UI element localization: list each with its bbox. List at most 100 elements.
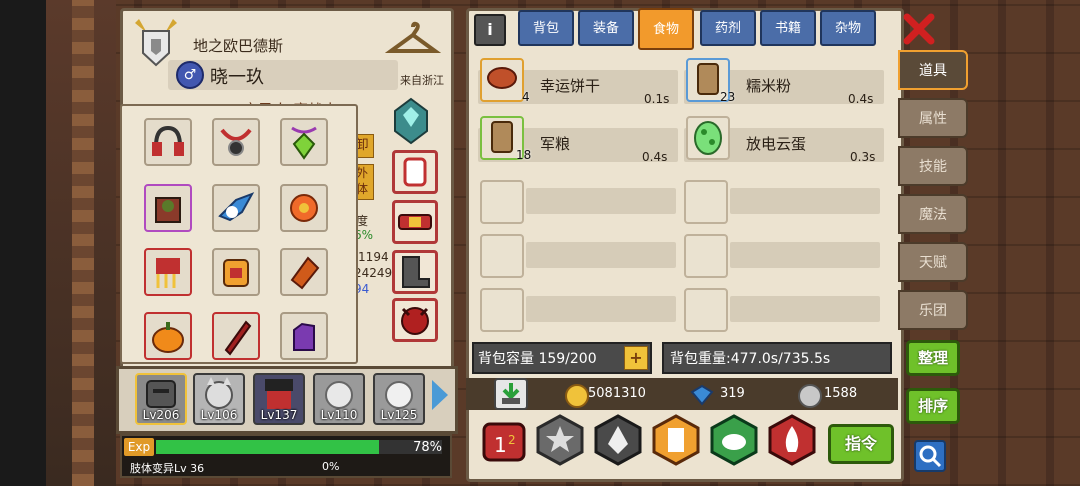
item-row-ration[interactable]: 18 军粮 0.4s bbox=[478, 116, 678, 164]
hero-card-3[interactable]: Lv137 bbox=[253, 373, 305, 425]
grid-slot-pumpkin[interactable] bbox=[144, 312, 192, 360]
item-count: 23 bbox=[720, 90, 736, 104]
hero-card-5[interactable]: Lv125 bbox=[373, 373, 425, 425]
exp-percent: 78% bbox=[413, 440, 442, 455]
necklace-icon bbox=[220, 128, 252, 156]
ghost-girl-portrait-icon bbox=[325, 381, 353, 409]
side-tab-attributes[interactable]: 属性 bbox=[898, 98, 968, 138]
expand-capacity-button[interactable]: + bbox=[624, 346, 648, 370]
grid-slot-flower[interactable] bbox=[280, 184, 328, 232]
hero-card-2[interactable]: Lv106 bbox=[193, 373, 245, 425]
deposit-down-icon[interactable] bbox=[494, 378, 528, 410]
gold-amount: 5081310 bbox=[588, 386, 646, 401]
boots-icon bbox=[402, 256, 430, 288]
grid-slot-blade[interactable] bbox=[212, 312, 260, 360]
flower-icon bbox=[290, 194, 318, 222]
equipment-grid-overlay bbox=[120, 104, 358, 364]
svg-text:2: 2 bbox=[508, 433, 516, 447]
weight-text: 背包重量:477.0s/735.5s bbox=[670, 351, 831, 367]
silver-amount: 1588 bbox=[824, 386, 858, 401]
side-tab-skills[interactable]: 技能 bbox=[898, 146, 968, 186]
close-icon[interactable] bbox=[902, 12, 936, 46]
claw-icon bbox=[156, 258, 180, 288]
item-name: 军粮 bbox=[540, 135, 571, 153]
equip-slot-accessory[interactable] bbox=[392, 298, 438, 342]
headset-icon bbox=[152, 125, 184, 156]
empty-slot[interactable] bbox=[480, 234, 524, 278]
grid-slot-armor[interactable] bbox=[144, 184, 192, 232]
item-row-lucky-cookie[interactable]: 4 幸运饼干 0.1s bbox=[478, 58, 678, 106]
order-button[interactable]: 排序 bbox=[906, 388, 960, 424]
diamond-icon bbox=[690, 384, 714, 406]
svg-text:1: 1 bbox=[494, 433, 507, 457]
tab-food[interactable]: 食物 bbox=[638, 8, 694, 50]
star-badge-icon[interactable] bbox=[534, 414, 586, 466]
equip-slot-gauntlet[interactable] bbox=[392, 150, 438, 194]
empty-slot[interactable] bbox=[480, 288, 524, 332]
sort-button[interactable]: 整理 bbox=[906, 340, 960, 376]
hero-level: Lv206 bbox=[142, 408, 180, 422]
item-name: 糯米粉 bbox=[746, 77, 792, 95]
empty-slot[interactable] bbox=[684, 234, 728, 278]
item-count: 18 bbox=[516, 148, 532, 162]
item-row-rice-flour[interactable]: 23 糯米粉 0.4s bbox=[684, 58, 884, 106]
tab-books[interactable]: 书籍 bbox=[760, 10, 816, 46]
empty-bar bbox=[730, 296, 880, 322]
hero-card-4[interactable]: Lv110 bbox=[313, 373, 365, 425]
number-dice-icon[interactable]: 1 2 bbox=[480, 414, 528, 466]
equip-slot-boots[interactable] bbox=[392, 250, 438, 294]
empty-row bbox=[478, 234, 882, 278]
gold-gate-badge-icon[interactable] bbox=[650, 414, 702, 466]
stat-value-1: /1194 bbox=[354, 250, 389, 264]
tab-equipment[interactable]: 装备 bbox=[578, 10, 634, 46]
empty-slot[interactable] bbox=[684, 180, 728, 224]
hero-level: Lv125 bbox=[380, 408, 418, 422]
grid-slot-amulet[interactable] bbox=[280, 118, 328, 166]
armor-icon bbox=[155, 197, 181, 223]
equip-slot-belt[interactable] bbox=[392, 200, 438, 244]
scroll-icon bbox=[290, 256, 320, 290]
diamond-amount: 319 bbox=[720, 386, 745, 401]
empty-row bbox=[478, 180, 882, 224]
gem-icon[interactable] bbox=[391, 97, 431, 145]
exp-panel: Exp 78% 肢体变异Lv 36 0% bbox=[120, 434, 452, 478]
jester-portrait-icon bbox=[265, 379, 293, 409]
item-time: 0.3s bbox=[850, 150, 876, 164]
item-row-thunder-egg[interactable]: 放电云蛋 0.3s bbox=[684, 116, 884, 164]
backpack-icon bbox=[223, 259, 249, 287]
cookie-icon bbox=[480, 58, 524, 102]
empty-bar bbox=[526, 296, 676, 322]
tab-potion[interactable]: 药剂 bbox=[700, 10, 756, 46]
side-tab-magic[interactable]: 魔法 bbox=[898, 194, 968, 234]
grid-slot-claw[interactable] bbox=[144, 248, 192, 296]
tab-misc[interactable]: 杂物 bbox=[820, 10, 876, 46]
search-button[interactable] bbox=[914, 440, 946, 472]
grid-slot-wing[interactable] bbox=[212, 184, 260, 232]
green-monster-badge-icon[interactable] bbox=[708, 414, 760, 466]
grid-slot-glove[interactable] bbox=[280, 312, 328, 360]
green-gem-icon bbox=[291, 126, 317, 160]
hero-level: Lv137 bbox=[260, 408, 298, 422]
grid-slot-necklace[interactable] bbox=[212, 118, 260, 166]
hanger-icon[interactable] bbox=[385, 21, 441, 61]
side-tab-items[interactable]: 道具 bbox=[898, 50, 968, 90]
item-name: 放电云蛋 bbox=[746, 135, 807, 153]
backpack-weight: 背包重量:477.0s/735.5s bbox=[662, 342, 892, 374]
empty-slot[interactable] bbox=[684, 288, 728, 332]
command-button[interactable]: 指令 bbox=[828, 424, 894, 464]
grid-slot-headset[interactable] bbox=[144, 118, 192, 166]
empty-bar bbox=[730, 188, 880, 214]
side-tab-band[interactable]: 乐团 bbox=[898, 290, 968, 330]
hero-card-1[interactable]: Lv206 bbox=[135, 373, 187, 425]
grid-slot-scroll[interactable] bbox=[280, 248, 328, 296]
hero-selector-strip: Lv206 Lv106 Lv137 Lv110 Lv125 bbox=[116, 366, 458, 434]
tab-backpack[interactable]: 背包 bbox=[518, 10, 574, 46]
side-tab-talent[interactable]: 天赋 bbox=[898, 242, 968, 282]
fire-badge-icon[interactable] bbox=[766, 414, 818, 466]
flame-badge-icon[interactable] bbox=[592, 414, 644, 466]
next-hero-arrow-icon[interactable] bbox=[432, 380, 448, 410]
info-button[interactable]: i bbox=[474, 14, 506, 46]
empty-slot[interactable] bbox=[480, 180, 524, 224]
grid-slot-backpack[interactable] bbox=[212, 248, 260, 296]
item-time: 0.4s bbox=[848, 92, 874, 106]
